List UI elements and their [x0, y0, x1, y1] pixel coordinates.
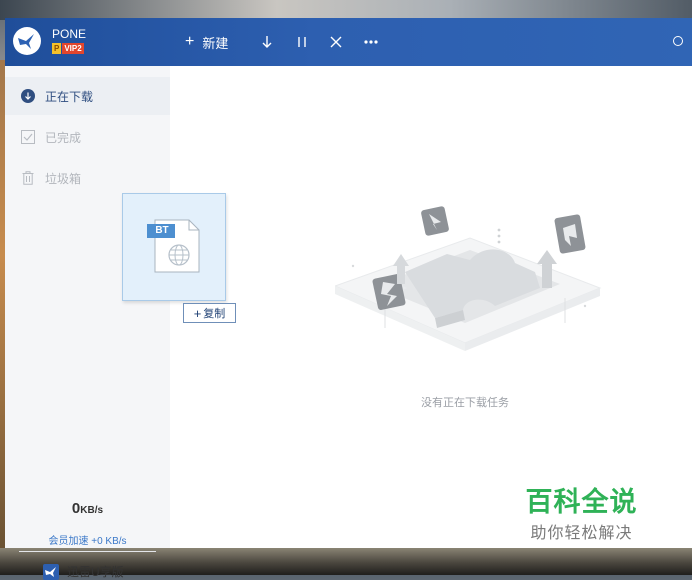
membership-badges: P VIP2 — [52, 43, 86, 54]
circle-icon[interactable] — [673, 36, 683, 46]
pause-icon[interactable] — [292, 32, 312, 52]
plus-icon: + — [185, 33, 195, 50]
usb-edition-label: 迅雷U享版 — [67, 565, 124, 579]
sidebar-item-trash[interactable]: 垃圾箱 — [5, 159, 170, 197]
check-box-icon — [21, 130, 35, 144]
p-badge: P — [52, 43, 62, 54]
bt-file-icon — [147, 219, 200, 273]
desktop-background-top — [0, 0, 692, 20]
download-icon[interactable] — [257, 32, 277, 52]
watermark-logo: 百科全说 助你轻松解决 — [493, 473, 670, 545]
empty-state-message: 没有正在下载任务 — [421, 397, 509, 409]
watermark-title: 百科全说 — [525, 487, 638, 517]
sidebar-item-label: 正在下载 — [45, 89, 94, 104]
vip-badge: VIP2 — [62, 43, 84, 54]
sidebar-item-downloading[interactable]: 正在下载 — [5, 77, 170, 115]
copy-label: 复制 — [203, 308, 226, 320]
user-name: PONE — [52, 27, 87, 41]
title-bar: PONE P VIP2 + 新建 — [5, 18, 692, 66]
sidebar-item-label: 已完成 — [45, 130, 82, 145]
trash-icon — [21, 171, 35, 185]
watermark-subtitle: 助你轻松解决 — [530, 525, 633, 542]
new-task-button[interactable]: + 新建 — [185, 32, 228, 52]
copy-drag-tooltip: + 复制 — [183, 303, 236, 323]
sidebar: 正在下载 已完成 垃圾箱 0KB/s 会员加速 +0 KB/s 迅雷U享版 — [5, 66, 170, 580]
bird-icon — [43, 563, 59, 580]
user-info[interactable]: PONE P VIP2 — [52, 28, 86, 54]
plus-icon: + — [193, 305, 202, 321]
bt-file-type-label: BT — [155, 225, 169, 236]
close-icon[interactable] — [326, 32, 346, 52]
usb-edition-button[interactable]: 迅雷U享版 — [43, 563, 124, 580]
speed-unit: KB/s — [80, 505, 104, 516]
bird-logo-icon[interactable] — [13, 27, 41, 55]
empty-state-illustration — [333, 188, 605, 363]
sidebar-item-label: 垃圾箱 — [45, 171, 82, 186]
download-manager-window: PONE P VIP2 + 新建 正在下载 已完成 垃圾箱 0KB/s 会员加速… — [5, 18, 692, 580]
download-circle-icon — [21, 89, 35, 103]
divider — [19, 551, 156, 552]
member-acceleration[interactable]: 会员加速 +0 KB/s — [5, 532, 170, 547]
new-task-label: 新建 — [202, 35, 229, 51]
speed-value: 0 — [71, 500, 81, 517]
download-speed: 0KB/s — [5, 500, 170, 517]
sidebar-item-completed[interactable]: 已完成 — [5, 118, 170, 156]
more-icon[interactable] — [361, 32, 381, 52]
dragged-torrent-file[interactable]: BT — [122, 193, 226, 301]
